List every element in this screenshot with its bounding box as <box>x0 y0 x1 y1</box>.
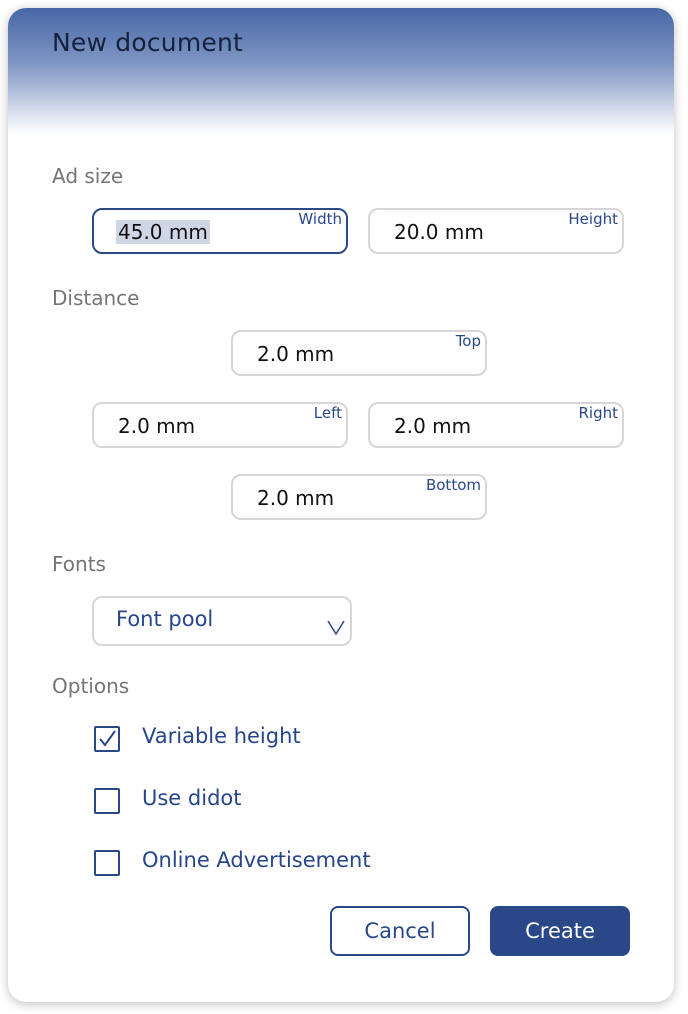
width-caption: Width <box>298 210 342 228</box>
right-distance-field[interactable]: 2.0 mm Right <box>368 402 624 448</box>
distance-label: Distance <box>52 286 140 310</box>
top-distance-caption: Top <box>455 332 481 350</box>
left-distance-field[interactable]: 2.0 mm Left <box>92 402 348 448</box>
top-distance-field[interactable]: 2.0 mm Top <box>231 330 487 376</box>
use-didot-checkbox[interactable] <box>94 788 120 814</box>
left-distance-value[interactable]: 2.0 mm <box>118 414 195 438</box>
left-distance-caption: Left <box>313 404 342 422</box>
bottom-distance-field[interactable]: 2.0 mm Bottom <box>231 474 487 520</box>
dialog-header: New document <box>8 8 674 134</box>
variable-height-checkbox[interactable] <box>94 726 120 752</box>
font-pool-value: Font pool <box>116 607 214 631</box>
new-document-dialog: New document Ad size 45.0 mm Width 20.0 … <box>8 8 674 1002</box>
width-field[interactable]: 45.0 mm Width <box>92 208 348 254</box>
cancel-button[interactable]: Cancel <box>330 906 470 956</box>
dialog-title: New document <box>52 28 244 57</box>
font-pool-select[interactable]: Font pool <box>92 596 352 646</box>
create-button[interactable]: Create <box>490 906 630 956</box>
options-label: Options <box>52 674 130 698</box>
online-advertisement-checkbox[interactable] <box>94 850 120 876</box>
checkmark-icon <box>99 730 116 747</box>
fonts-label: Fonts <box>52 552 106 576</box>
bottom-distance-value[interactable]: 2.0 mm <box>257 486 334 510</box>
height-value[interactable]: 20.0 mm <box>394 220 484 244</box>
online-advertisement-label[interactable]: Online Advertisement <box>142 848 371 872</box>
ad-size-label: Ad size <box>52 164 124 188</box>
bottom-distance-caption: Bottom <box>425 476 481 494</box>
height-field[interactable]: 20.0 mm Height <box>368 208 624 254</box>
right-distance-value[interactable]: 2.0 mm <box>394 414 471 438</box>
right-distance-caption: Right <box>578 404 619 422</box>
height-caption: Height <box>568 210 618 228</box>
width-value[interactable]: 45.0 mm <box>116 220 210 244</box>
top-distance-value[interactable]: 2.0 mm <box>257 342 334 366</box>
chevron-down-icon <box>326 618 346 636</box>
use-didot-label[interactable]: Use didot <box>142 786 241 810</box>
variable-height-label[interactable]: Variable height <box>142 724 301 748</box>
